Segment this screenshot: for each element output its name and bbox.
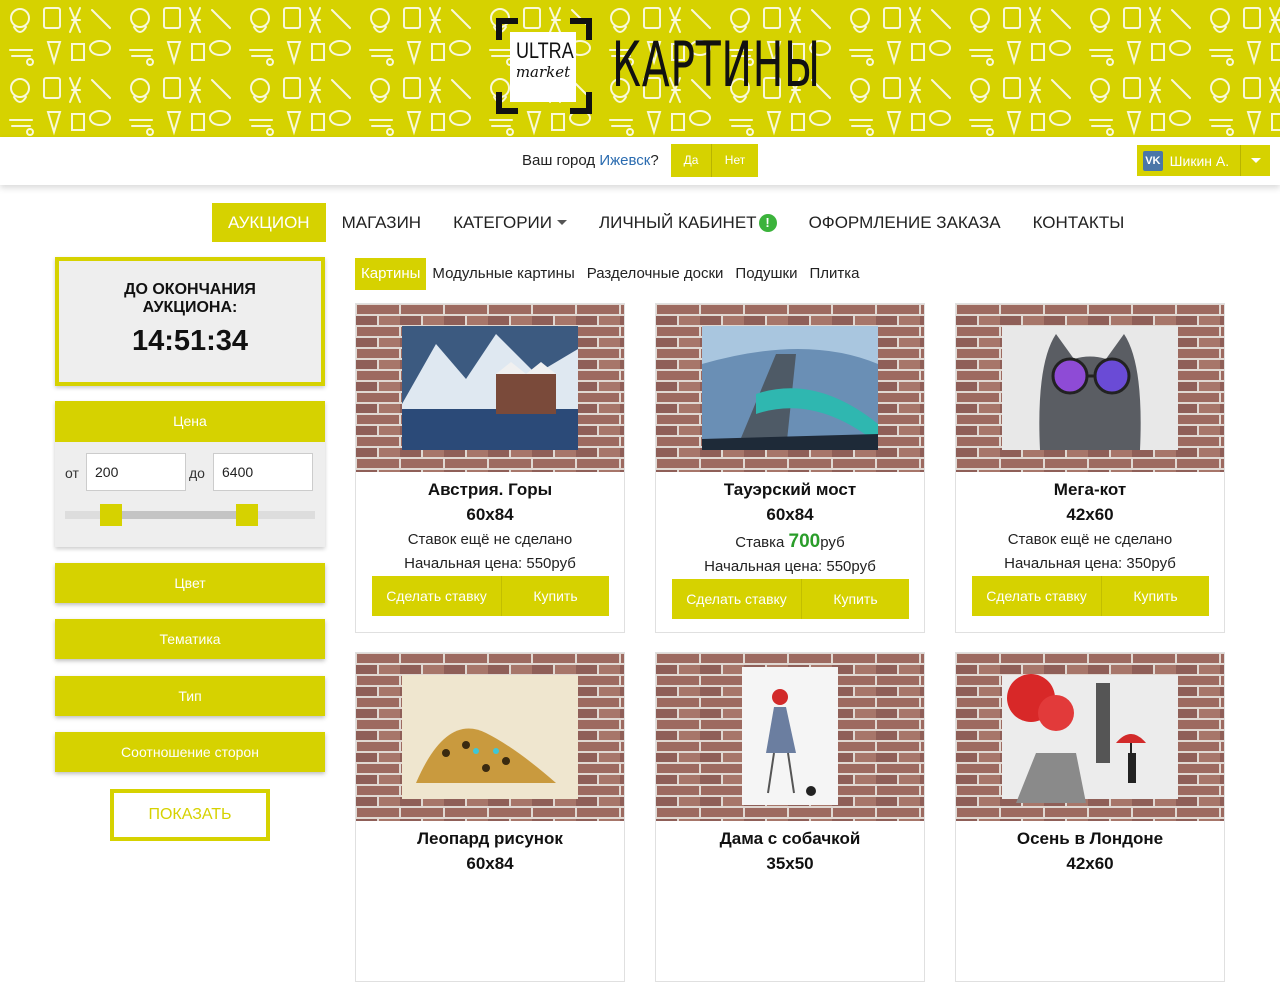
timer-label-line2: АУКЦИОНА: [142,299,238,316]
subcat-modular[interactable]: Модульные картины [426,258,580,290]
product-image[interactable] [656,304,924,472]
place-bid-button[interactable]: Сделать ставку [972,576,1102,616]
auction-timer: ДО ОКОНЧАНИЯ АУКЦИОНА: 14:51:34 [55,257,325,386]
city-question: Ваш город Ижевск? [522,152,659,169]
nav-checkout-label: ОФОРМЛЕНИЕ ЗАКАЗА [808,213,1001,232]
product-size: 60x84 [766,505,814,524]
product-card[interactable]: Дама с собачкой 35x50 [655,652,925,982]
product-size: 42x60 [1066,854,1114,873]
site-title: КАРТИНЫ [612,28,821,101]
show-button[interactable]: ПОКАЗАТЬ [110,789,270,841]
product-name[interactable]: Мега-кот [956,480,1224,500]
timer-label: ДО ОКОНЧАНИЯ АУКЦИОНА: [59,281,321,317]
user-menu-button[interactable]: VK Шикин А. [1137,145,1270,176]
nav-checkout[interactable]: ОФОРМЛЕНИЕ ЗАКАЗА [793,203,1017,242]
price-from-input[interactable] [86,453,186,491]
nav-account[interactable]: ЛИЧНЫЙ КАБИНЕТ! [583,203,793,242]
product-card[interactable]: Леопард рисунок 60x84 [355,652,625,982]
product-image[interactable] [356,653,624,821]
product-size: 42x60 [1066,505,1114,524]
subcategory-tabs: Картины Модульные картины Разделочные до… [355,258,865,290]
buy-button[interactable]: Купить [502,576,609,616]
city-question-text: Ваш город [522,152,600,169]
place-bid-button[interactable]: Сделать ставку [372,576,502,616]
price-filter-header[interactable]: Цена [55,401,325,442]
product-size: 35x50 [766,854,814,873]
product-image[interactable] [956,653,1224,821]
city-no-button[interactable]: Нет [712,144,758,177]
bid-prefix: Ставка [735,534,789,551]
buy-button[interactable]: Купить [1102,576,1209,616]
logo-bottom-text: market [515,63,571,81]
subcat-boards[interactable]: Разделочные доски [581,258,730,290]
product-actions: Сделать ставку Купить [372,576,609,616]
nav-auction-label: АУКЦИОН [228,213,310,232]
product-size: 60x84 [466,854,514,873]
caret-down-icon [556,220,567,225]
nav-account-label: ЛИЧНЫЙ КАБИНЕТ [598,213,757,232]
nav-contacts[interactable]: КОНТАКТЫ [1017,203,1141,242]
timer-label-line1: ДО ОКОНЧАНИЯ [124,281,256,298]
type-filter-button[interactable]: Тип [55,676,325,716]
theme-filter-button[interactable]: Тематика [55,619,325,659]
product-actions: Сделать ставку Купить [672,579,909,619]
header-banner: ULTRA market КАРТИНЫ [0,0,1280,137]
product-start-price: Начальная цена: 550руб [404,555,576,572]
city-yes-button[interactable]: Да [671,144,712,177]
logo-top-text: ULTRA [515,38,574,63]
current-bid-amount: 700 [788,531,821,552]
price-from-label: от [65,465,79,481]
user-name: Шикин А. [1169,152,1230,169]
product-name[interactable]: Австрия. Горы [356,480,624,500]
notification-badge: ! [758,213,777,232]
product-start-price: Начальная цена: 350руб [1004,555,1176,572]
product-start-price: Начальная цена: 550руб [704,558,876,575]
price-slider-max-handle[interactable] [236,504,258,526]
place-bid-button[interactable]: Сделать ставку [672,579,802,619]
nav-categories-label: КАТЕГОРИИ [453,213,552,232]
price-slider-min-handle[interactable] [100,504,122,526]
product-bids: Ставок ещё не сделано [1007,531,1173,548]
price-filter: Цена от до [55,401,325,547]
timer-value: 14:51:34 [131,325,249,357]
nav-shop-label: МАГАЗИН [341,213,422,232]
product-name[interactable]: Дама с собачкой [656,829,924,849]
chevron-down-icon[interactable] [1240,145,1270,176]
subcat-paintings[interactable]: Картины [355,258,427,290]
logo-box: ULTRA market [510,32,576,102]
subcat-tiles[interactable]: Плитка [803,258,865,290]
product-bids: Ставка 700руб [656,531,924,553]
city-link[interactable]: Ижевск [599,152,650,169]
product-card[interactable]: Осень в Лондоне 42x60 [955,652,1225,982]
nav-categories[interactable]: КАТЕГОРИИ [437,203,583,242]
main-nav: АУКЦИОН МАГАЗИН КАТЕГОРИИ ЛИЧНЫЙ КАБИНЕТ… [212,203,1140,242]
product-card[interactable]: Тауэрский мост 60x84 Ставка 700руб Начал… [655,303,925,633]
product-image[interactable] [356,304,624,472]
product-card[interactable]: Мега-кот 42x60 Ставок ещё не сделано Нач… [955,303,1225,633]
nav-shop[interactable]: МАГАЗИН [326,203,437,242]
product-name[interactable]: Леопард рисунок [356,829,624,849]
product-image[interactable] [656,653,924,821]
city-question-mark: ? [650,152,659,169]
price-to-input[interactable] [213,453,313,491]
product-name[interactable]: Осень в Лондоне [956,829,1224,849]
product-actions: Сделать ставку Купить [972,576,1209,616]
product-size: 60x84 [466,505,514,524]
bid-suffix: руб [820,534,845,551]
site-logo[interactable]: ULTRA market КАРТИНЫ [496,18,820,114]
price-slider-range [110,511,247,519]
city-bar: Ваш город Ижевск? [0,137,1280,185]
nav-contacts-label: КОНТАКТЫ [1032,213,1125,232]
vk-icon: VK [1143,150,1163,171]
color-filter-button[interactable]: Цвет [55,563,325,603]
subcat-pillows[interactable]: Подушки [729,258,803,290]
ratio-filter-button[interactable]: Соотношение сторон [55,732,325,772]
product-card[interactable]: Австрия. Горы 60x84 Ставок ещё не сделан… [355,303,625,633]
price-to-label: до [189,465,205,481]
product-name[interactable]: Тауэрский мост [656,480,924,500]
nav-auction[interactable]: АУКЦИОН [212,203,326,242]
buy-button[interactable]: Купить [802,579,909,619]
product-bids: Ставок ещё не сделано [407,531,573,548]
product-image[interactable] [956,304,1224,472]
